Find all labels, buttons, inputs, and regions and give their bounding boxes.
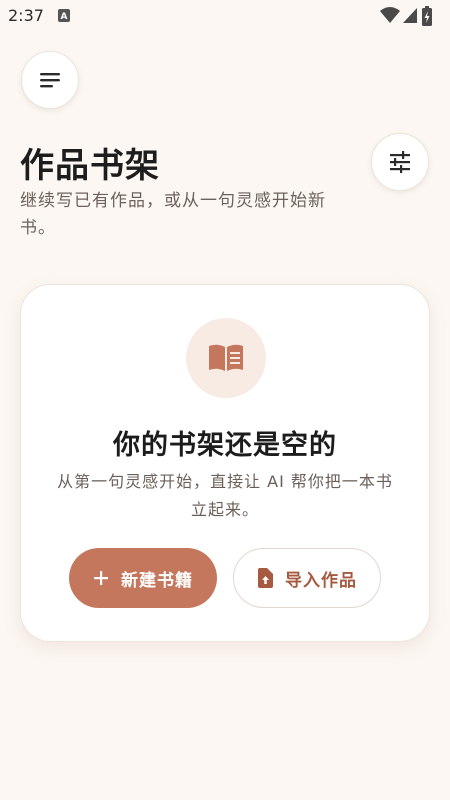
empty-shelf-card: 你的书架还是空的 从第一句灵感开始，直接让 AI 帮你把一本书立起来。 新建书籍… [20, 284, 430, 642]
bookshelf-screen: 2:37 A 作品书架 继续写已有作品，或从一句灵感开始新书。 你的书架还是空的… [0, 0, 450, 800]
page-subtitle: 继续写已有作品，或从一句灵感开始新书。 [20, 191, 326, 238]
svg-text:A: A [61, 12, 68, 22]
filter-button[interactable] [371, 133, 429, 191]
page-title: 作品书架 [20, 146, 160, 186]
menu-icon [40, 73, 60, 88]
import-button[interactable]: 导入作品 [233, 548, 381, 608]
menu-button[interactable] [21, 51, 79, 109]
tune-icon [390, 151, 410, 173]
new-book-label: 新建书籍 [121, 570, 193, 591]
empty-title: 你的书架还是空的 [113, 430, 337, 461]
a-notification-icon: A [58, 9, 70, 22]
signal-icon [403, 8, 417, 23]
wifi-icon [380, 7, 400, 23]
book-icon-badge [186, 318, 266, 398]
file-upload-icon [257, 568, 273, 588]
status-bar: 2:37 A [0, 0, 450, 32]
status-time: 2:37 [8, 6, 44, 25]
import-label: 导入作品 [285, 570, 357, 591]
plus-icon [93, 570, 109, 586]
open-book-icon [209, 344, 243, 371]
status-icons [380, 6, 440, 26]
empty-description: 从第一句灵感开始，直接让 AI 帮你把一本书立起来。 [57, 472, 393, 519]
new-book-button[interactable]: 新建书籍 [69, 548, 217, 608]
battery-charging-icon [422, 6, 432, 26]
